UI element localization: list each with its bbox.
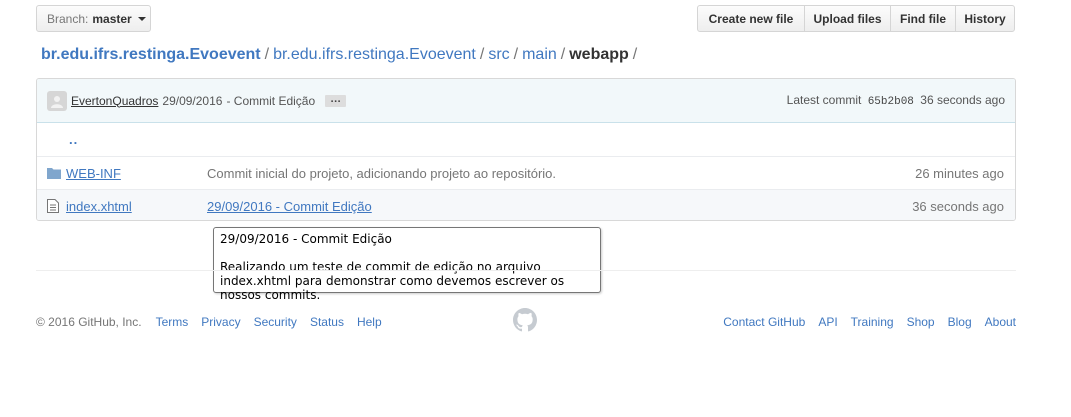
breadcrumb-separator: /	[513, 46, 519, 63]
expand-commit-button[interactable]: …	[325, 93, 347, 107]
breadcrumb-separator: /	[264, 46, 270, 63]
breadcrumb-current: webapp	[569, 46, 629, 63]
parent-directory-link[interactable]: ..	[37, 132, 78, 147]
latest-commit: Latest commit 65b2b08 36 seconds ago	[787, 93, 1005, 108]
create-new-file-button[interactable]: Create new file	[697, 5, 805, 32]
file-name-link[interactable]: WEB-INF	[66, 166, 207, 181]
file-name-link[interactable]: index.xhtml	[66, 199, 207, 214]
breadcrumb-separator: /	[479, 46, 485, 63]
avatar[interactable]	[47, 90, 67, 111]
breadcrumb-root-link[interactable]: br.edu.ifrs.restinga.Evoevent	[41, 46, 261, 63]
footer-link-shop[interactable]: Shop	[907, 315, 935, 329]
footer-link-privacy[interactable]: Privacy	[201, 315, 240, 329]
user-icon	[51, 95, 63, 108]
footer-left-links: Terms Privacy Security Status Help	[156, 315, 395, 329]
breadcrumb-link-main[interactable]: main	[522, 46, 557, 63]
commit-date: 29/09/2016	[162, 93, 223, 108]
commit-separator: -	[226, 93, 231, 108]
footer-link-about[interactable]: About	[985, 315, 1016, 329]
table-row-parent[interactable]: ..	[37, 123, 1015, 156]
file-age: 26 minutes ago	[915, 165, 1004, 181]
breadcrumb-separator: /	[632, 46, 638, 63]
footer-link-help[interactable]: Help	[357, 315, 382, 329]
table-row: WEB-INF Commit inicial do projeto, adici…	[37, 156, 1015, 189]
breadcrumb-separator: /	[560, 46, 566, 63]
table-row: index.xhtml 29/09/2016 - Commit Edição 3…	[37, 189, 1015, 220]
breadcrumb-link-module[interactable]: br.edu.ifrs.restinga.Evoevent	[273, 46, 476, 63]
branch-select-button[interactable]: Branch: master	[36, 5, 151, 32]
commit-tease: EvertonQuadros 29/09/2016 - Commit Ediçã…	[37, 79, 1015, 123]
file-icon	[37, 199, 66, 213]
upload-files-button[interactable]: Upload files	[804, 5, 891, 32]
breadcrumb-link-src[interactable]: src	[488, 46, 509, 63]
breadcrumb: br.edu.ifrs.restinga.Evoevent / br.edu.ifr…	[41, 46, 641, 64]
footer-link-training[interactable]: Training	[851, 315, 894, 329]
history-button[interactable]: History	[955, 5, 1015, 32]
latest-commit-age: 36 seconds ago	[920, 93, 1005, 107]
file-age: 36 seconds ago	[912, 198, 1004, 214]
commit-message[interactable]: Commit Edição	[234, 94, 315, 108]
latest-commit-label: Latest commit	[786, 93, 862, 107]
find-file-button[interactable]: Find file	[890, 5, 956, 32]
footer-link-security[interactable]: Security	[254, 315, 297, 329]
copyright: © 2016 GitHub, Inc.	[36, 315, 142, 329]
footer-divider	[36, 270, 1016, 271]
branch-label: Branch:	[47, 11, 89, 26]
branch-name: master	[92, 11, 132, 26]
commit-tooltip: 29/09/2016 - Commit Edição Realizando um…	[213, 227, 601, 302]
footer-link-terms[interactable]: Terms	[156, 315, 189, 329]
footer-link-status[interactable]: Status	[310, 315, 344, 329]
file-commit-message[interactable]: 29/09/2016 - Commit Edição	[207, 199, 875, 214]
tooltip-title: 29/09/2016 - Commit Edição	[220, 232, 392, 246]
github-mark-icon[interactable]	[513, 308, 537, 332]
footer-link-api[interactable]: API	[818, 315, 837, 329]
folder-icon	[37, 167, 66, 179]
tooltip-body: Realizando um teste de commit de edição …	[220, 260, 565, 302]
commit-sha-link[interactable]: 65b2b08	[868, 96, 914, 108]
commit-author-link[interactable]: EvertonQuadros	[71, 94, 158, 108]
footer-link-contact[interactable]: Contact GitHub	[723, 315, 805, 329]
file-actions: Create new file Upload files Find file H…	[697, 5, 1015, 32]
footer-right-links: Contact GitHub API Training Shop Blog Ab…	[723, 315, 1016, 329]
footer-link-blog[interactable]: Blog	[948, 315, 972, 329]
file-commit-message[interactable]: Commit inicial do projeto, adicionando p…	[207, 166, 875, 181]
file-table: EvertonQuadros 29/09/2016 - Commit Ediçã…	[36, 78, 1016, 221]
chevron-down-icon	[137, 16, 146, 21]
